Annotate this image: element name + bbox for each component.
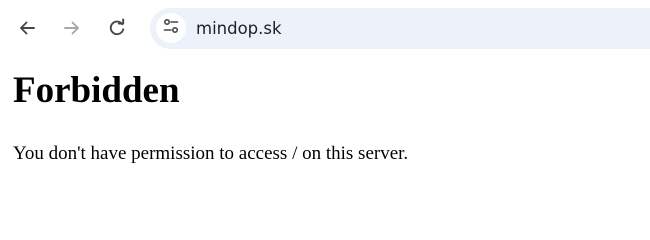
browser-toolbar: mindop.sk — [0, 0, 650, 57]
arrow-left-icon — [17, 18, 37, 38]
reload-button[interactable] — [101, 12, 133, 44]
reload-icon — [107, 18, 127, 38]
address-bar[interactable]: mindop.sk — [150, 8, 650, 49]
page-title: Forbidden — [13, 70, 180, 111]
arrow-right-icon — [62, 18, 82, 38]
forward-button[interactable] — [56, 12, 88, 44]
site-info-button[interactable] — [156, 13, 186, 43]
error-message: You don't have permission to access / on… — [13, 143, 409, 164]
back-button[interactable] — [11, 12, 43, 44]
page-content: Forbidden You don't have permission to a… — [0, 57, 650, 208]
url-text[interactable]: mindop.sk — [196, 18, 282, 39]
tune-icon — [162, 17, 180, 40]
